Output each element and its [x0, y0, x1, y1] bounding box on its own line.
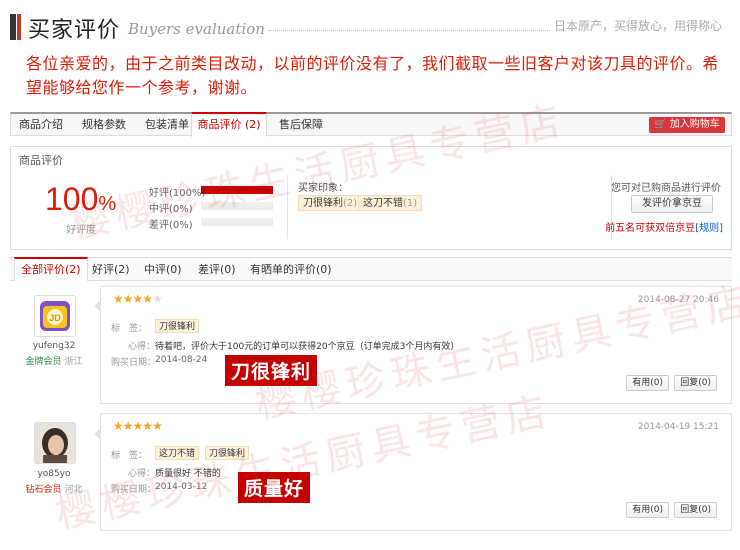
review-date: 2014-04-19 15:21	[637, 422, 719, 432]
rating-good-label: 好评(100%)	[149, 188, 206, 199]
user-photo-icon	[35, 423, 75, 463]
summary-divider	[287, 175, 288, 239]
star-rating: ★★★★★	[113, 419, 163, 433]
star-icon: ★	[113, 419, 124, 433]
comment-label: 心得：	[128, 342, 156, 352]
star-icon: ★	[113, 292, 124, 306]
add-to-cart-label: 加入购物车	[669, 119, 720, 130]
reply-button[interactable]: 回复(0)	[674, 502, 717, 518]
tab-after-sales[interactable]: 售后保障	[271, 114, 331, 136]
star-icon: ★	[142, 419, 153, 433]
filter-positive[interactable]: 好评(2)	[92, 261, 130, 277]
rating-neutral-bar	[201, 202, 273, 210]
avatar[interactable]	[34, 422, 76, 464]
purchase-date: 2014-08-24	[155, 355, 208, 365]
impression-tag-text: 刀很锋利	[303, 198, 343, 209]
star-icon: ★	[122, 419, 134, 433]
purchase-date: 2014-03-12	[155, 482, 208, 492]
write-review-button[interactable]: 发评价拿京豆	[631, 195, 713, 213]
review-bonus-text: 前五名可获双倍京豆	[605, 223, 696, 234]
svg-text:JD: JD	[49, 313, 61, 323]
section-title: 买家评价	[28, 18, 121, 43]
add-to-cart-button[interactable]: 🛒 加入购物车	[649, 117, 725, 133]
impression-tag-count: (1)	[403, 198, 418, 209]
rating-good-bar	[201, 186, 273, 194]
star-icon: ★	[152, 419, 163, 433]
avatar[interactable]: JD	[34, 295, 76, 337]
tab-product-intro[interactable]: 商品介绍	[11, 114, 71, 136]
reviewer-region: 河北	[64, 485, 83, 495]
filter-all[interactable]: 全部评价(2)	[14, 257, 88, 281]
review-tag: 刀很锋利	[205, 446, 250, 460]
review-summary: 商品评价 100% 好评度 好评(100%) 中评(0%) 差评(0%) 买家印…	[10, 146, 732, 250]
reviewer-name[interactable]: yufeng32	[14, 341, 94, 351]
header-bar-dark	[10, 14, 16, 40]
impression-tag[interactable]: 刀很锋利(2)	[298, 195, 363, 211]
comment-label: 心得：	[128, 469, 156, 479]
jd-avatar-icon: JD	[35, 296, 75, 336]
notice-text: 各位亲爱的，由于之前类目改动，以前的评价没有了，我们截取一些旧客户对该刀具的评价…	[26, 54, 720, 97]
highlight-label: 刀很锋利	[225, 355, 318, 386]
useful-button[interactable]: 有用(0)	[626, 375, 669, 391]
member-level: 金牌会员	[25, 357, 62, 367]
review-date: 2014-08-27 20:46	[637, 295, 719, 305]
review-bonus-note: 前五名可获双倍京豆[规则]	[605, 219, 723, 234]
reviewer-level: 金牌会员 浙江	[14, 354, 94, 367]
review-tag: 这刀不错	[155, 446, 200, 460]
star-icon: ★	[122, 292, 134, 306]
review-card: ★★★★★ 2014-04-19 15:21 标 签： 这刀不错 刀很锋利 心得…	[100, 413, 732, 531]
star-icon: ★	[142, 292, 153, 306]
review-tag: 刀很锋利	[155, 319, 200, 333]
cart-icon: 🛒	[654, 119, 667, 130]
review-prompt: 您可对已购商品进行评价	[611, 183, 721, 194]
tab-reviews[interactable]: 商品评价 (2)	[191, 112, 267, 137]
highlight-label: 质量好	[238, 472, 311, 503]
tag-label: 标 签：	[111, 451, 148, 461]
rules-link[interactable]: [规则]	[695, 223, 723, 234]
section-subtitle: Buyers evaluation	[128, 20, 265, 38]
impression-tag-text: 这刀不错	[363, 198, 403, 209]
star-icon: ★	[132, 419, 144, 433]
slogan: 日本原产，买得放心，用得称心	[553, 19, 722, 33]
filter-neutral[interactable]: 中评(0)	[144, 261, 182, 277]
tab-package[interactable]: 包装清单	[137, 114, 197, 136]
purchase-label: 购买日期：	[111, 485, 157, 495]
reviewer-region: 浙江	[64, 357, 83, 367]
reviewer-level: 钻石会员 河北	[14, 482, 94, 495]
reply-button[interactable]: 回复(0)	[674, 375, 717, 391]
tab-specs[interactable]: 规格参数	[73, 114, 135, 136]
star-icon: ★	[152, 292, 163, 306]
header-bar-red	[17, 14, 21, 40]
review-comment: 待着吧，评价大于100元的订单可以获得20个京豆（订单完成3个月内有效）	[155, 342, 460, 352]
positive-rate-value: 100	[45, 181, 99, 217]
positive-rate: 100%	[45, 181, 116, 218]
positive-rate-label: 好评度	[66, 225, 96, 236]
star-icon: ★	[132, 292, 144, 306]
rating-neutral-label: 中评(0%)	[149, 204, 193, 215]
rating-bad-bar	[201, 218, 273, 226]
purchase-label: 购买日期：	[111, 358, 157, 368]
useful-button[interactable]: 有用(0)	[626, 502, 669, 518]
reviewer-name[interactable]: yo85yo	[14, 469, 94, 479]
member-level: 钻石会员	[25, 485, 62, 495]
review-comment: 质量很好 不错的	[155, 469, 221, 479]
summary-title: 商品评价	[19, 154, 63, 167]
rating-bad-label: 差评(0%)	[149, 220, 193, 231]
star-rating: ★★★★★	[113, 292, 163, 306]
positive-rate-unit: %	[98, 193, 117, 215]
rating-good-fill	[201, 186, 273, 194]
review-card: ★★★★★ 2014-08-27 20:46 标 签： 刀很锋利 心得： 待着吧…	[100, 286, 732, 404]
filter-with-photos[interactable]: 有晒单的评价(0)	[250, 261, 332, 277]
header-divider	[268, 30, 550, 31]
impression-title: 买家印象：	[298, 183, 348, 194]
filter-negative[interactable]: 差评(0)	[198, 261, 236, 277]
impression-tag-count: (2)	[343, 198, 358, 209]
impression-tag[interactable]: 这刀不错(1)	[358, 195, 423, 211]
tag-label: 标 签：	[111, 324, 148, 334]
product-tabs: 商品介绍 规格参数 包装清单 商品评价 (2) 售后保障 🛒 加入购物车	[10, 112, 732, 137]
review-filter-tabs: 全部评价(2) 好评(2) 中评(0) 差评(0) 有晒单的评价(0)	[10, 257, 732, 281]
